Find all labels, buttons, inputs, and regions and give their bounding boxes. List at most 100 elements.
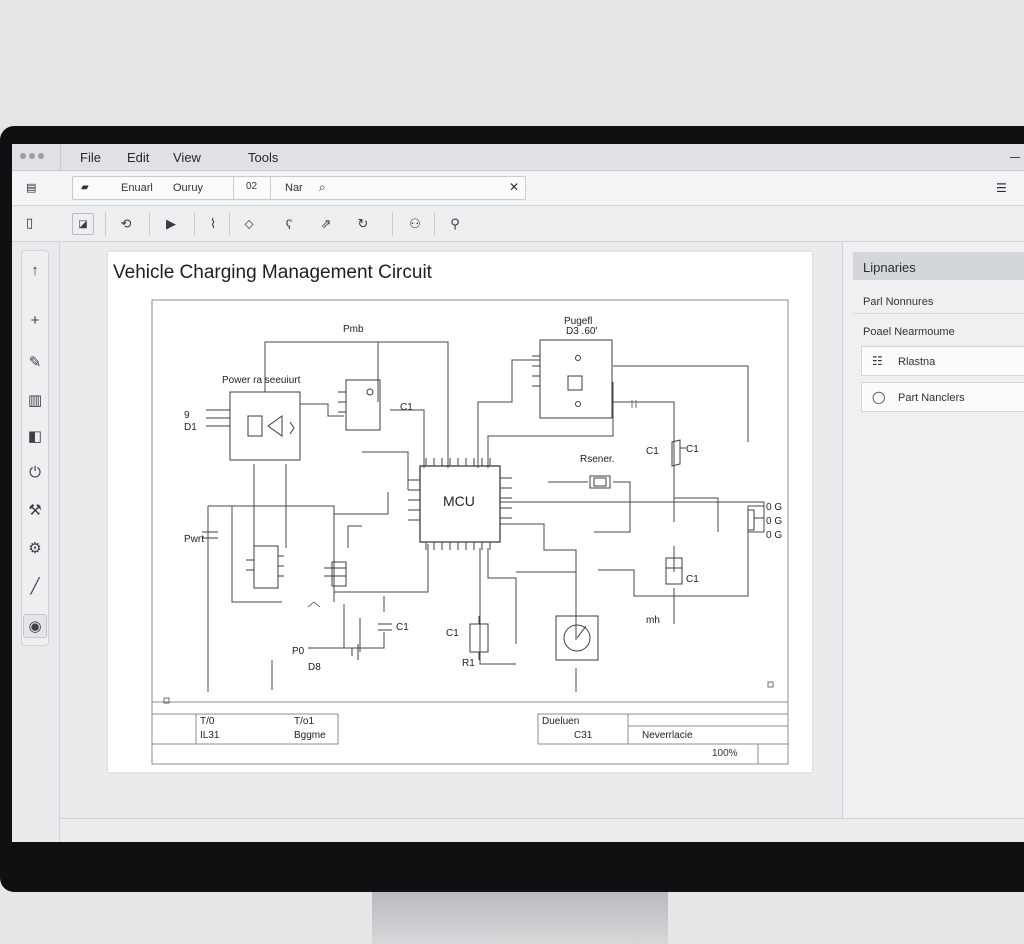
resistor-sensor [589,475,611,489]
label-power-regulator: Power ra seeuiurt [222,375,301,386]
pencil-icon[interactable]: ✎ [23,350,47,374]
label-c1-e: C1 [396,622,409,633]
select-icon[interactable]: ◪ [72,213,94,235]
tool-sidebar: ↑ + ✎ ▥ ◧ ⏻ ⚒ ⚙ ╱ ◉ [12,242,60,842]
schematic-drawing[interactable]: Pmb Power ra seeuiurt Pugefl D3 .60' C1 … [108,252,812,772]
menu-separator [60,144,61,171]
export-icon[interactable]: ⇗ [315,213,337,235]
label-c1-f: C1 [446,628,459,639]
title-block-cells [151,713,789,765]
record-icon[interactable]: ◉ [23,614,47,638]
zoom-level[interactable]: 100% [712,748,738,759]
grid-icon[interactable]: ▤ [26,181,36,194]
ic-u2 [338,379,381,431]
menu-edit[interactable]: Edit [127,150,149,165]
label-mh: mh [646,615,660,626]
wire-icon[interactable]: ⌇ [202,213,224,235]
arrow-icon[interactable]: ↑ [23,258,47,282]
power-regulator-block [206,391,301,461]
menu-icon[interactable]: ☰ [996,181,1007,195]
path-segment-1[interactable]: Enuarl [121,182,153,194]
pin-icon[interactable]: ⚲ [444,213,466,235]
label-c1-c: C1 [686,444,699,455]
libraries-row-2[interactable]: Poael Nearmoume [853,322,1024,342]
label-bottom-d: D8 [308,662,321,673]
erase-icon[interactable]: ⬦ [238,213,260,235]
library-item-2-label: Part Nanclers [898,392,965,404]
top-right-block [532,339,613,419]
ic-u3 [246,545,284,589]
search-icon[interactable]: ⌕ [319,180,326,195]
library-item-1-label: Rlastna [898,356,936,368]
title-block-frame [151,701,789,765]
label-resistor: Rsener. [580,454,614,465]
tb-c4r2: Neverrlacie [642,730,693,741]
schematic-labels: Pmb Power ra seeuiurt Pugefl D3 .60' C1 … [184,316,782,741]
path-segment-3[interactable]: Nar [285,182,303,194]
menu-bar: File Edit View Tools [12,144,1024,171]
label-left-pin-2: D1 [184,422,197,433]
square-icon[interactable]: ◧ [23,424,47,448]
user-icon[interactable]: ⚇ [404,213,426,235]
ic-u4 [324,561,347,587]
menu-file[interactable]: File [80,150,101,165]
wires [207,341,765,692]
status-bar [60,818,1024,842]
list-icon: ☷ [872,354,883,368]
label-r1: R1 [462,658,475,669]
toolbar: ▯ ◪ ⟲ ▶ ⌇ ⬦ ʕ ⇗ ↻ ⚇ ⚲ [12,206,1024,242]
window-controls[interactable] [20,153,44,159]
tb-c3r2: C31 [574,730,593,741]
label-pwr: Pwrt [184,534,204,545]
line-icon[interactable]: ╱ [23,574,47,598]
close-icon[interactable]: ✕ [509,180,519,194]
label-right-conn-3: 0 G [766,530,782,541]
file-path-field[interactable]: ▰ Enuarl Ouruy 02 Nar ⌕ ✕ [72,176,526,200]
schematic-canvas[interactable]: Vehicle Charging Management Circuit Pmb … [60,242,842,818]
library-item-2[interactable]: ◯ Part Nanclers [861,382,1024,412]
refresh-icon[interactable]: ↻ [352,213,374,235]
label-left-pin-1: 9 [184,410,190,421]
menu-view[interactable]: View [173,150,201,165]
wrench-icon[interactable]: ⚒ [23,498,47,522]
layers-icon[interactable]: ▥ [23,388,47,412]
capacitor-c1-bottom [469,616,489,660]
monitor-stand [372,892,668,944]
path-box-label: 02 [246,181,258,192]
screen: File Edit View Tools ▤ ▰ Enuarl Ouruy 02… [12,144,1024,842]
schematic-sheet[interactable]: Vehicle Charging Management Circuit Pmb … [108,252,812,772]
label-top-right-2: D3 .60' [566,326,597,337]
label-pmb: Pmb [343,324,364,335]
folder-icon: ▰ [81,182,89,193]
probe-icon[interactable]: ʕ [278,213,300,235]
path-box[interactable]: 02 [233,177,271,199]
search-icon: ◯ [872,390,886,404]
plus-icon[interactable]: + [23,308,47,332]
tb-c1r1: T/0 [200,716,215,727]
libraries-row-1[interactable]: Parl Nonnures [853,290,1024,314]
label-right-conn-1: 0 G [766,502,782,513]
libraries-title: Lipnaries [853,252,1024,280]
gear-icon[interactable]: ⚙ [23,536,47,560]
rotate-icon[interactable]: ⟲ [115,213,137,235]
library-item-1[interactable]: ☷ Rlastna [861,346,1024,376]
place-icon[interactable]: ▶ [160,213,182,235]
tb-c2r1: T/o1 [294,716,314,727]
minimize-icon[interactable] [1010,157,1020,158]
label-c1-b: C1 [646,446,659,457]
path-segment-2[interactable]: Ouruy [173,182,203,194]
label-right-conn-2: 0 G [766,516,782,527]
tb-c3r1: Dueluen [542,716,579,727]
gauge-meter [555,615,599,661]
libraries-panel: Lipnaries Parl Nonnures Poael Nearmoume … [842,242,1024,818]
menu-tools[interactable]: Tools [248,150,278,165]
power-icon[interactable]: ⏻ [23,460,47,484]
label-bottom-p: P0 [292,646,305,657]
tb-c1r2: IL31 [200,730,220,741]
connector-right [747,509,764,531]
file-bar: ▤ ▰ Enuarl Ouruy 02 Nar ⌕ ✕ ☰ [12,172,1024,206]
document-icon[interactable]: ▯ [26,215,33,231]
label-c1-a: C1 [400,402,413,413]
label-mcu: MCU [443,493,475,509]
label-c1-d: C1 [686,574,699,585]
